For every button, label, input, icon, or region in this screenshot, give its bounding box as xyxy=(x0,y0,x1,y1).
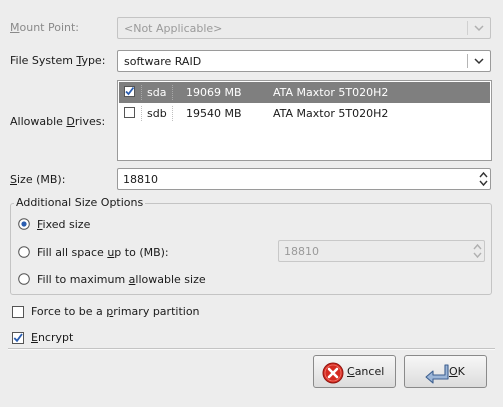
drive-row-sdb[interactable]: sdb 19540 MB ATA Maxtor 5T020H2 xyxy=(119,103,490,124)
chevron-down-icon xyxy=(474,25,484,32)
mount-point-value: <Not Applicable> xyxy=(124,22,223,35)
radio-fill-upto[interactable] xyxy=(18,246,30,258)
size-spinbox[interactable]: 18810 xyxy=(117,168,491,190)
combo-separator xyxy=(467,54,468,68)
drive-model: ATA Maxtor 5T020H2 xyxy=(273,86,389,99)
drive-name: sdb xyxy=(147,107,167,120)
column-divider xyxy=(172,85,173,100)
ok-button[interactable]: OK xyxy=(404,355,487,388)
ok-label: OK xyxy=(449,365,465,378)
cancel-label: Cancel xyxy=(347,365,385,378)
drive-model: ATA Maxtor 5T020H2 xyxy=(273,107,389,120)
drive-checkbox-sda[interactable] xyxy=(124,86,135,97)
fixed-size-label[interactable]: Fixed size xyxy=(37,218,90,231)
fill-upto-value: 18810 xyxy=(284,245,319,258)
column-divider xyxy=(141,106,142,121)
radio-fill-max[interactable] xyxy=(18,273,30,285)
allowable-drives-label: Allowable Drives: xyxy=(10,115,106,128)
fs-type-value: software RAID xyxy=(124,55,202,68)
fill-upto-spinbox: 18810 xyxy=(278,240,485,262)
drive-name: sda xyxy=(147,86,167,99)
radio-fixed-size[interactable] xyxy=(18,218,30,230)
fill-upto-label[interactable]: Fill all space up to (MB): xyxy=(37,246,169,259)
encrypt-checkbox[interactable] xyxy=(12,332,24,344)
size-options-title: Additional Size Options xyxy=(14,196,146,209)
size-label: Size (MB): xyxy=(10,173,66,186)
spin-arrows-icon xyxy=(473,243,482,259)
spin-arrows-icon[interactable] xyxy=(477,169,490,189)
enter-arrow-icon xyxy=(425,364,449,384)
column-divider xyxy=(172,106,173,121)
mount-point-combo: <Not Applicable> xyxy=(117,17,491,39)
fs-type-label: File System Type: xyxy=(10,54,106,67)
drive-size: 19069 MB xyxy=(186,86,242,99)
drives-list[interactable]: sda 19069 MB ATA Maxtor 5T020H2 sdb 1954… xyxy=(117,80,492,161)
mount-point-label: Mount Point: xyxy=(10,21,80,34)
dialog-separator xyxy=(8,348,495,350)
fs-type-combo[interactable]: software RAID xyxy=(117,50,491,72)
encrypt-label[interactable]: Encrypt xyxy=(31,331,73,344)
cancel-button[interactable]: Cancel xyxy=(313,355,396,388)
drive-size: 19540 MB xyxy=(186,107,242,120)
primary-partition-checkbox[interactable] xyxy=(12,306,24,318)
primary-partition-label[interactable]: Force to be a primary partition xyxy=(31,305,200,318)
red-circle-x-icon xyxy=(322,362,344,384)
drive-row-sda[interactable]: sda 19069 MB ATA Maxtor 5T020H2 xyxy=(119,82,490,103)
fill-max-label[interactable]: Fill to maximum allowable size xyxy=(37,273,206,286)
drive-checkbox-sdb[interactable] xyxy=(124,107,135,118)
size-value: 18810 xyxy=(123,173,158,186)
column-divider xyxy=(141,85,142,100)
combo-separator xyxy=(467,21,468,35)
chevron-down-icon xyxy=(474,58,484,65)
